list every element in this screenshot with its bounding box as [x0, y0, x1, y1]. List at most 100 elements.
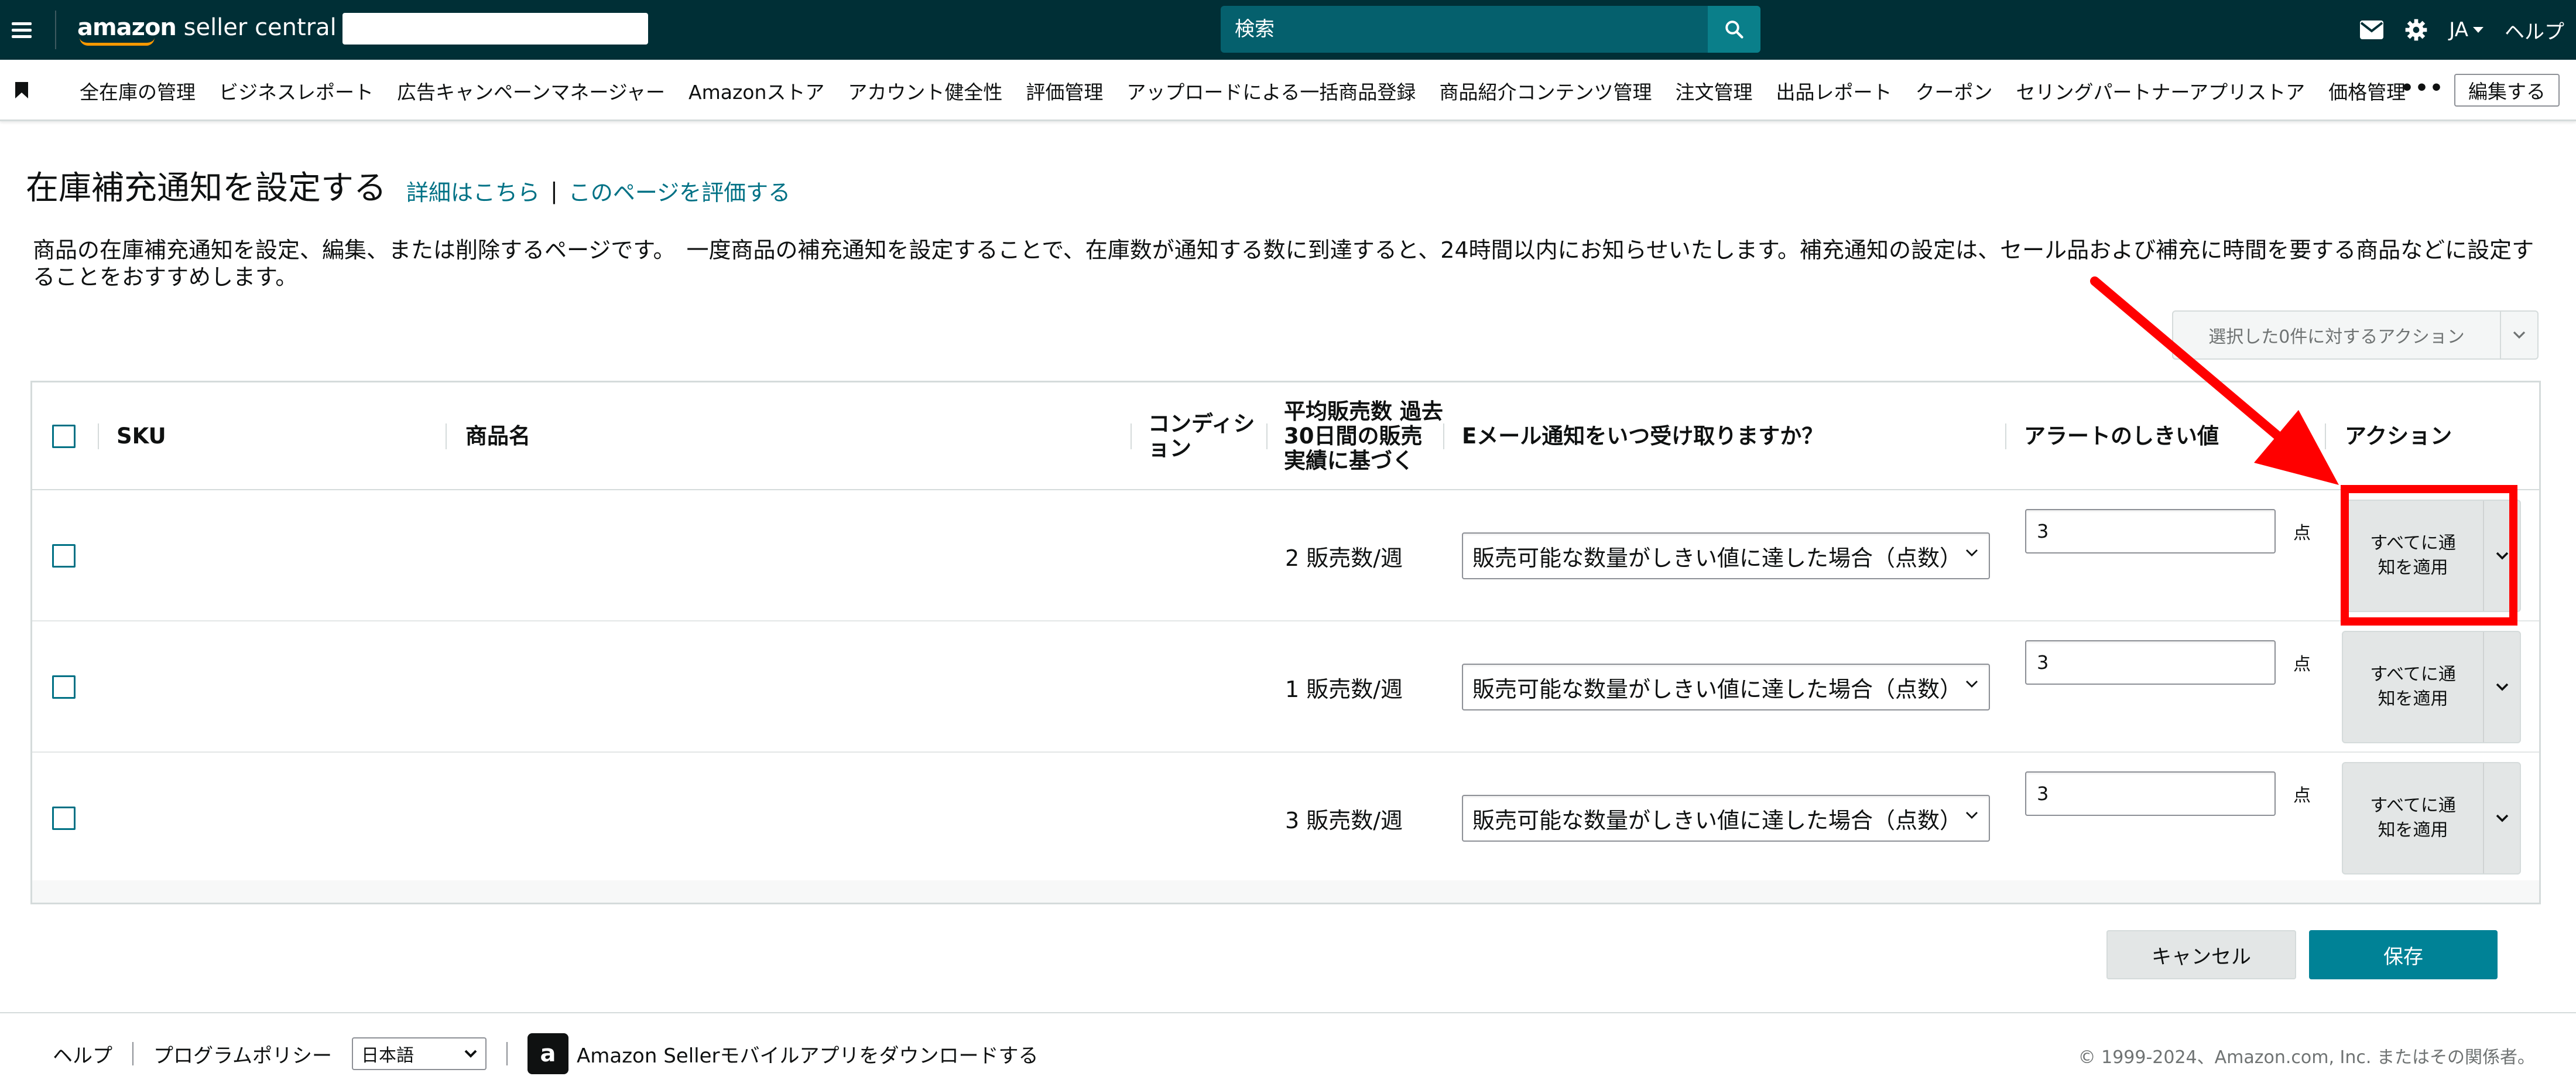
bulk-action-label: 選択した0件に対するアクション: [2208, 327, 2465, 347]
nav-items: 全在庫の管理 ビジネスレポート 広告キャンペーンマネージャー Amazonストア…: [80, 60, 2406, 121]
cancel-button[interactable]: キャンセル: [2106, 930, 2296, 979]
row-checkbox-cell: [52, 490, 76, 621]
footer-links: ヘルプ プログラムポリシー 日本語 a Amazon Sellerモバイルアプリ…: [53, 1033, 1039, 1074]
footer-separator: [506, 1042, 508, 1065]
search-bar: [1221, 6, 1760, 53]
divider: [55, 11, 56, 49]
account-switcher[interactable]: [342, 13, 648, 45]
search-input[interactable]: [1221, 6, 1708, 53]
seller-app-icon: a: [527, 1033, 568, 1074]
save-button[interactable]: 保存: [2309, 930, 2498, 979]
threshold-cell: [2025, 509, 2276, 554]
footer: ヘルプ プログラムポリシー 日本語 a Amazon Sellerモバイルアプリ…: [0, 1012, 2576, 1083]
footer-separator: [132, 1042, 133, 1065]
apply-all-dropdown[interactable]: [2483, 501, 2520, 611]
threshold-input[interactable]: [2025, 771, 2276, 816]
footer-language-select[interactable]: 日本語: [351, 1037, 487, 1070]
threshold-cell: [2025, 640, 2276, 685]
table-row: 1 販売数/週 販売可能な数量がしきい値に達した場合（点数） 点 すべてに通知を…: [32, 621, 2539, 753]
apply-all-dropdown[interactable]: [2483, 632, 2520, 742]
nav-item-feedback[interactable]: 評価管理: [1026, 77, 1103, 105]
row-checkbox-cell: [52, 621, 76, 753]
footer-help-link[interactable]: ヘルプ: [53, 1040, 112, 1068]
header-product-name[interactable]: 商品名: [465, 382, 530, 490]
learn-more-link[interactable]: 詳細はこちら: [406, 175, 540, 207]
header-average-sales[interactable]: 平均販売数 過去30日間の販売実績に基づく: [1284, 382, 1443, 490]
top-bar: amazon seller central JA ヘルプ: [0, 0, 2576, 60]
chevron-down-icon: [1966, 549, 1978, 556]
header-condition[interactable]: コンディション: [1148, 382, 1259, 490]
bulk-action-chevron[interactable]: [2500, 312, 2537, 358]
nav-item-bulk-upload[interactable]: アップロードによる一括商品登録: [1126, 77, 1416, 105]
row-checkbox-cell: [52, 753, 76, 884]
seller-central-logo[interactable]: amazon seller central: [77, 8, 337, 52]
nav-item-coupons[interactable]: クーポン: [1915, 77, 1992, 105]
nav-item-account-health[interactable]: アカウント健全性: [848, 77, 1002, 105]
avg-sales-value: 1 販売数/週: [1285, 676, 1403, 702]
search-button[interactable]: [1708, 6, 1760, 53]
threshold-input[interactable]: [2025, 640, 2276, 685]
notify-select[interactable]: 販売可能な数量がしきい値に達した場合（点数）: [1462, 795, 1990, 842]
nav-item-orders[interactable]: 注文管理: [1675, 77, 1752, 105]
header-separator: [2325, 423, 2326, 449]
table-row: 3 販売数/週 販売可能な数量がしきい値に達した場合（点数） 点 すべてに通知を…: [32, 753, 2539, 884]
restock-table: SKU 商品名 コンディション 平均販売数 過去30日間の販売実績に基づく Eメ…: [30, 381, 2541, 904]
page-description: 商品の在庫補充通知を設定、編集、または削除するページです。 一度商品の補充通知を…: [33, 237, 2534, 290]
apply-all-button[interactable]: すべてに通知を適用: [2343, 501, 2483, 611]
nav-item-inventory[interactable]: 全在庫の管理: [80, 77, 196, 105]
apply-all-button[interactable]: すべてに通知を適用: [2343, 632, 2483, 742]
threshold-unit: 点: [2293, 785, 2311, 806]
nav-more-icon[interactable]: •••: [2400, 76, 2444, 100]
header-alert-threshold: アラートのしきい値: [2024, 423, 2219, 449]
header-separator: [1266, 423, 1268, 449]
threshold-input[interactable]: [2025, 509, 2276, 554]
notify-select[interactable]: 販売可能な数量がしきい値に達した場合（点数）: [1462, 532, 1990, 579]
footer-policy-link[interactable]: プログラムポリシー: [153, 1040, 332, 1068]
select-all-checkbox[interactable]: [52, 425, 76, 448]
header-email-notification: Eメール通知をいつ受け取りますか？: [1462, 423, 1824, 449]
nav-item-listing-reports[interactable]: 出品レポート: [1776, 77, 1892, 105]
gear-icon[interactable]: [2404, 18, 2428, 42]
search-icon: [1725, 21, 1743, 39]
edit-nav-button[interactable]: 編集する: [2454, 74, 2560, 107]
nav-item-amazon-stores[interactable]: Amazonストア: [688, 77, 824, 105]
apply-all-dropdown[interactable]: [2483, 763, 2520, 873]
caret-down-icon: [2473, 27, 2483, 33]
language-selector[interactable]: JA: [2449, 18, 2483, 42]
avg-sales-value: 3 販売数/週: [1285, 807, 1403, 833]
nav-item-business-reports[interactable]: ビジネスレポート: [219, 77, 374, 105]
language-label: JA: [2449, 18, 2468, 42]
help-link[interactable]: ヘルプ: [2505, 16, 2564, 45]
notify-select[interactable]: 販売可能な数量がしきい値に達した場合（点数）: [1462, 664, 1990, 710]
header-separator: [98, 423, 99, 449]
notify-select-value: 販売可能な数量がしきい値に達した場合（点数）: [1472, 545, 1962, 571]
mail-icon[interactable]: [2360, 21, 2384, 39]
header-separator: [2005, 423, 2006, 449]
hamburger-menu-icon[interactable]: [12, 18, 36, 42]
row-checkbox[interactable]: [52, 675, 76, 699]
row-checkbox[interactable]: [52, 807, 76, 830]
threshold-cell: [2025, 771, 2276, 816]
nav-item-a-plus-content[interactable]: 商品紹介コンテンツ管理: [1439, 77, 1652, 105]
bulk-action-dropdown[interactable]: 選択した0件に対するアクション: [2172, 310, 2539, 360]
row-checkbox[interactable]: [52, 544, 76, 568]
avg-sales-value: 2 販売数/週: [1285, 545, 1403, 571]
select-all-cell: [52, 382, 76, 490]
apply-all-button[interactable]: すべてに通知を適用: [2343, 763, 2483, 873]
nav-item-pricing[interactable]: 価格管理: [2328, 77, 2406, 105]
table-footer: [32, 880, 2539, 903]
chevron-down-icon: [2513, 331, 2526, 339]
page-title: 在庫補充通知を設定する: [26, 169, 386, 207]
bookmark-icon[interactable]: [15, 82, 28, 98]
action-cell: すべてに通知を適用: [2342, 762, 2521, 874]
apply-all-split-button: すべてに通知を適用: [2342, 762, 2521, 874]
chevron-down-icon: [2496, 552, 2508, 560]
mobile-app-link[interactable]: a Amazon Sellerモバイルアプリをダウンロードする: [527, 1033, 1039, 1074]
rate-page-link[interactable]: このページを評価する: [568, 175, 790, 207]
notify-select-value: 販売可能な数量がしきい値に達した場合（点数）: [1472, 807, 1962, 833]
header-sku[interactable]: SKU: [117, 382, 166, 490]
header-separator: [446, 423, 447, 449]
apply-all-split-button: すべてに通知を適用: [2342, 500, 2521, 612]
nav-item-campaign-manager[interactable]: 広告キャンペーンマネージャー: [397, 77, 665, 105]
nav-item-app-store[interactable]: セリングパートナーアプリストア: [2016, 77, 2305, 105]
